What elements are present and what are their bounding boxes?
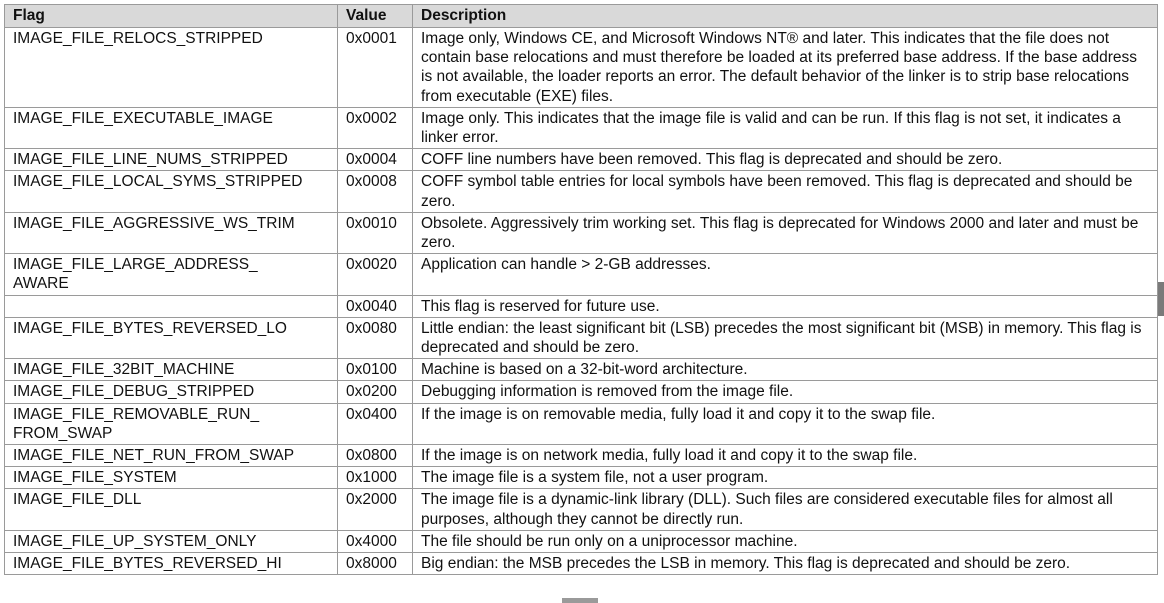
table-row: IMAGE_FILE_AGGRESSIVE_WS_TRIM 0x0010 Obsol… <box>4 211 1158 255</box>
cell-value: 0x0002 <box>337 106 413 150</box>
cell-value: 0x0008 <box>337 170 413 213</box>
cell-value: 0x0040 <box>337 294 413 318</box>
cell-flag <box>4 294 338 318</box>
cell-value: 0x0200 <box>337 380 413 404</box>
cell-flag: IMAGE_FILE_DEBUG_STRIPPED <box>4 380 338 404</box>
cell-value: 0x1000 <box>337 466 413 490</box>
cell-flag: IMAGE_FILE_EXECUTABLE_IMAGE <box>4 106 338 150</box>
table-row: IMAGE_FILE_EXECUTABLE_IMAGE 0x0002 Image o… <box>4 106 1158 150</box>
cell-flag: IMAGE_FILE_LOCAL_SYMS_STRIPPED <box>4 170 338 213</box>
bottom-edge-marker <box>562 598 598 603</box>
cell-value: 0x0800 <box>337 444 413 468</box>
flags-table: Flag Value Description IMAGE_FILE_RELOCS… <box>4 4 1158 576</box>
table-row: IMAGE_FILE_LOCAL_SYMS_STRIPPED 0x0008 COFF… <box>4 170 1158 213</box>
cell-flag: IMAGE_FILE_SYSTEM <box>4 466 338 490</box>
cell-value: 0x0020 <box>337 253 413 296</box>
cell-description: This flag is reserved for future use. <box>412 294 1158 318</box>
cell-flag: IMAGE_FILE_RELOCS_STRIPPED <box>4 27 338 108</box>
cell-flag: IMAGE_FILE_REMOVABLE_RUN_ FROM_SWAP <box>4 402 338 446</box>
cell-flag: IMAGE_FILE_BYTES_REVERSED_LO <box>4 316 338 360</box>
cell-description: Image only, Windows CE, and Microsoft Wi… <box>412 27 1158 108</box>
cell-value: 0x0001 <box>337 27 413 108</box>
cell-value: 0x0100 <box>337 358 413 382</box>
cell-description: Big endian: the MSB precedes the LSB in … <box>412 552 1158 576</box>
cell-value: 0x0010 <box>337 211 413 255</box>
cell-value: 0x8000 <box>337 552 413 576</box>
cell-description: COFF line numbers have been removed. Thi… <box>412 148 1158 172</box>
cell-flag: IMAGE_FILE_UP_SYSTEM_ONLY <box>4 529 338 554</box>
cell-value: 0x2000 <box>337 488 413 531</box>
edge-marker <box>1158 282 1164 316</box>
cell-description: Debugging information is removed from th… <box>412 380 1158 404</box>
cell-flag: IMAGE_FILE_NET_RUN_FROM_SWAP <box>4 444 338 468</box>
table-row: IMAGE_FILE_32BIT_MACHINE 0x0100 Machine is… <box>4 358 1158 382</box>
cell-description: The image file is a system file, not a u… <box>412 466 1158 490</box>
table-row: IMAGE_FILE_UP_SYSTEM_ONLY 0x4000 The file … <box>4 529 1158 554</box>
cell-description: The image file is a dynamic-link library… <box>412 488 1158 531</box>
column-header-flag: Flag <box>4 4 338 28</box>
table-row: IMAGE_FILE_BYTES_REVERSED_LO 0x0080 Little… <box>4 316 1158 360</box>
cell-flag: IMAGE_FILE_BYTES_REVERSED_HI <box>4 552 338 576</box>
cell-description: Machine is based on a 32-bit-word archit… <box>412 358 1158 382</box>
table-row: IMAGE_FILE_DEBUG_STRIPPED 0x0200 Debugging… <box>4 380 1158 404</box>
cell-description: Obsolete. Aggressively trim working set.… <box>412 211 1158 255</box>
cell-value: 0x0004 <box>337 148 413 172</box>
cell-description: COFF symbol table entries for local symb… <box>412 170 1158 213</box>
cell-description: If the image is on network media, fully … <box>412 444 1158 468</box>
table-row: IMAGE_FILE_LINE_NUMS_STRIPPED 0x0004 COFF … <box>4 148 1158 172</box>
column-header-value: Value <box>337 4 413 28</box>
table-header-row: Flag Value Description <box>4 4 1158 28</box>
cell-flag: IMAGE_FILE_AGGRESSIVE_WS_TRIM <box>4 211 338 255</box>
cell-description: The file should be run only on a uniproc… <box>412 529 1158 554</box>
table-row: IMAGE_FILE_SYSTEM 0x1000 The image file is… <box>4 466 1158 490</box>
cell-flag: IMAGE_FILE_DLL <box>4 488 338 531</box>
table-row: IMAGE_FILE_NET_RUN_FROM_SWAP 0x0800 If the… <box>4 444 1158 468</box>
table-row: IMAGE_FILE_RELOCS_STRIPPED 0x0001 Image on… <box>4 27 1158 108</box>
column-header-description: Description <box>412 4 1158 28</box>
cell-flag: IMAGE_FILE_LINE_NUMS_STRIPPED <box>4 148 338 172</box>
cell-value: 0x0080 <box>337 316 413 360</box>
cell-flag: IMAGE_FILE_32BIT_MACHINE <box>4 358 338 382</box>
table-row: IMAGE_FILE_REMOVABLE_RUN_ FROM_SWAP 0x040… <box>4 402 1158 446</box>
table-row: IMAGE_FILE_BYTES_REVERSED_HI 0x8000 Big en… <box>4 552 1158 576</box>
cell-value: 0x4000 <box>337 529 413 554</box>
cell-description: Image only. This indicates that the imag… <box>412 106 1158 150</box>
table-row: IMAGE_FILE_DLL 0x2000 The image file is a … <box>4 488 1158 531</box>
cell-description: Application can handle > 2-GB addresses. <box>412 253 1158 296</box>
cell-value: 0x0400 <box>337 402 413 446</box>
table-row: IMAGE_FILE_LARGE_ADDRESS_ AWARE 0x0020 App… <box>4 253 1158 296</box>
table-row: 0x0040 This flag is reserved for future u… <box>4 294 1158 318</box>
cell-flag: IMAGE_FILE_LARGE_ADDRESS_ AWARE <box>4 253 338 296</box>
cell-description: Little endian: the least significant bit… <box>412 316 1158 360</box>
cell-description: If the image is on removable media, full… <box>412 402 1158 446</box>
